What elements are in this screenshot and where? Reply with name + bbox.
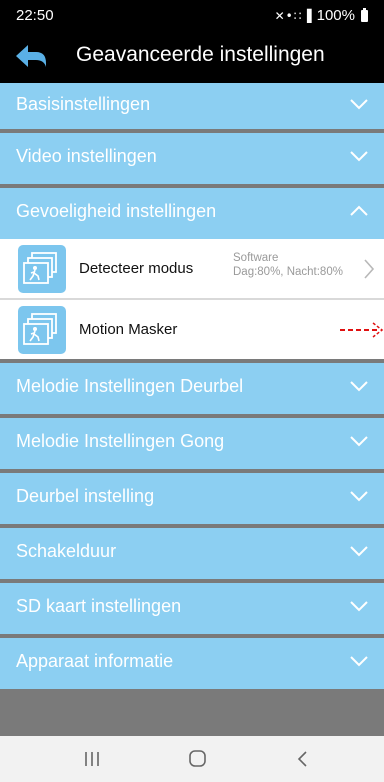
section-deurbel-instelling[interactable]: Deurbel instelling	[0, 469, 384, 524]
detection-mode-sensitivity: Dag:80%, Nacht:80%	[233, 266, 343, 278]
chevron-down-icon	[350, 601, 368, 612]
chevron-left-icon	[297, 751, 307, 767]
chevron-down-icon	[350, 491, 368, 502]
section-schakelduur[interactable]: Schakelduur	[0, 524, 384, 579]
section-melodie-gong[interactable]: Melodie Instellingen Gong	[0, 414, 384, 469]
page-title: Geavanceerde instellingen	[76, 43, 325, 66]
recent-apps-icon	[85, 752, 99, 766]
section-melodie-deurbel[interactable]: Melodie Instellingen Deurbel	[0, 359, 384, 414]
system-nav-bar	[0, 736, 384, 782]
back-nav-button[interactable]	[282, 746, 322, 772]
section-label: Gevoeligheid instellingen	[16, 201, 217, 221]
item-motion-masker[interactable]: Motion Masker	[0, 298, 384, 359]
back-button[interactable]	[14, 41, 50, 71]
motion-detection-icon	[18, 306, 66, 354]
motion-detection-icon	[18, 245, 66, 293]
back-arrow-icon	[16, 45, 46, 67]
detection-mode-type: Software	[233, 252, 279, 264]
section-label: Basisinstellingen	[16, 94, 151, 114]
item-detecteer-modus[interactable]: Detecteer modus Software Dag:80%, Nacht:…	[0, 239, 384, 298]
status-time: 22:50	[16, 7, 54, 24]
section-apparaat-informatie[interactable]: Apparaat informatie	[0, 634, 384, 689]
section-video-instellingen[interactable]: Video instellingen	[0, 129, 384, 184]
section-basisinstellingen[interactable]: Basisinstellingen	[0, 83, 384, 129]
settings-list: Basisinstellingen Video instellingen Gev…	[0, 83, 384, 689]
section-label: Apparaat informatie	[16, 651, 174, 671]
home-button[interactable]	[177, 746, 217, 772]
home-icon	[189, 750, 206, 767]
chevron-down-icon	[350, 99, 368, 110]
app-header: Geavanceerde instellingen	[0, 29, 384, 83]
battery-icon	[361, 7, 368, 22]
section-label: Video instellingen	[16, 146, 157, 166]
status-indicators: ✕•∷▐ 100%	[275, 7, 368, 24]
section-label: Deurbel instelling	[16, 486, 155, 506]
battery-percentage: 100%	[316, 7, 355, 24]
item-label: Detecteer modus	[79, 260, 194, 277]
section-label: Melodie Instellingen Deurbel	[16, 376, 244, 396]
chevron-right-icon	[364, 259, 375, 279]
annotation-dashed-arrow	[340, 322, 384, 338]
section-sd-kaart[interactable]: SD kaart instellingen	[0, 579, 384, 634]
recent-apps-button[interactable]	[72, 746, 112, 772]
item-label: Motion Masker	[79, 321, 178, 338]
chevron-down-icon	[350, 436, 368, 447]
detection-mode-value: Software Dag:80%, Nacht:80%	[233, 251, 343, 279]
chevron-up-icon	[350, 205, 368, 216]
chevron-down-icon	[350, 381, 368, 392]
section-label: SD kaart instellingen	[16, 596, 182, 616]
chevron-down-icon	[350, 546, 368, 557]
chevron-down-icon	[350, 151, 368, 162]
signal-icons: ✕•∷▐	[274, 8, 313, 23]
section-label: Melodie Instellingen Gong	[16, 431, 225, 451]
chevron-down-icon	[350, 656, 368, 667]
section-gevoeligheid-instellingen[interactable]: Gevoeligheid instellingen	[0, 184, 384, 239]
status-bar: 22:50 ✕•∷▐ 100%	[0, 0, 384, 29]
section-label: Schakelduur	[16, 541, 117, 561]
